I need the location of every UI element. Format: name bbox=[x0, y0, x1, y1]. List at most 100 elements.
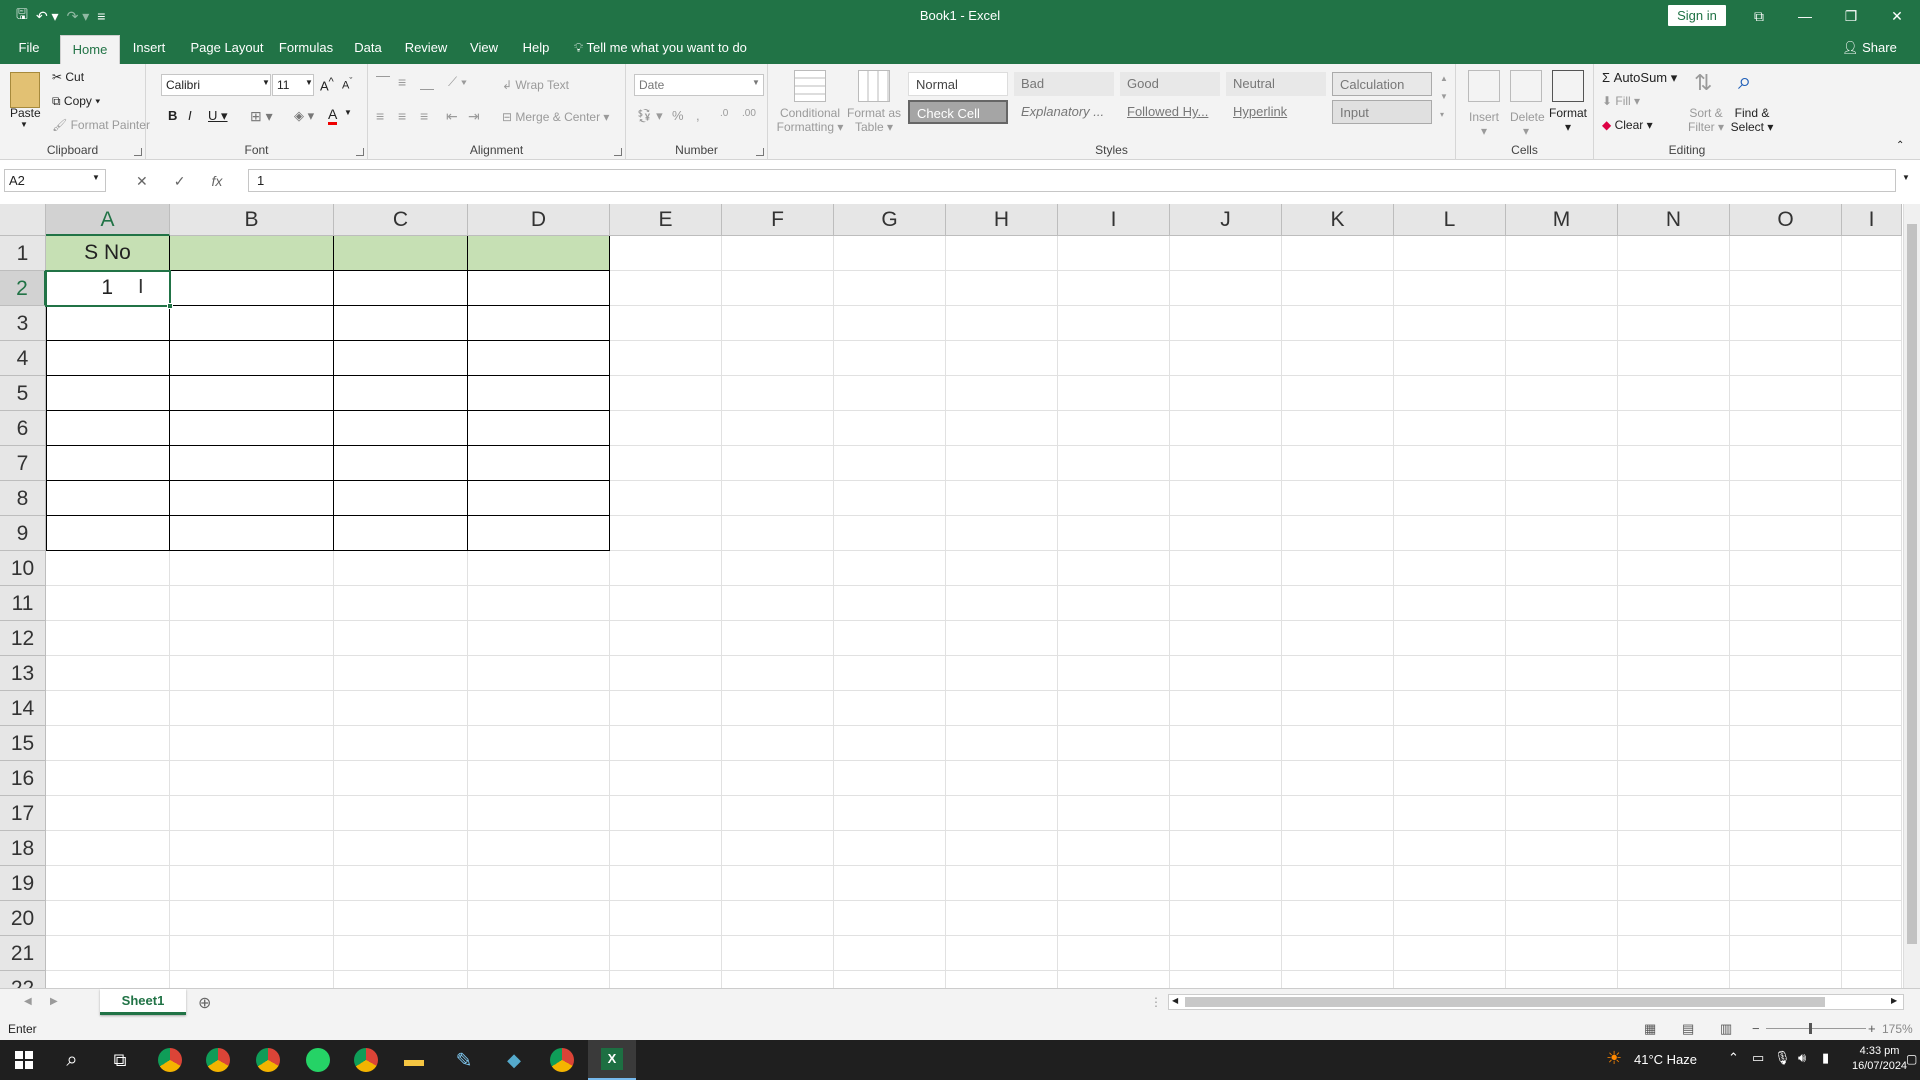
cell-4-12[interactable] bbox=[610, 621, 722, 656]
zoom-in-icon[interactable]: + bbox=[1868, 1021, 1876, 1036]
cell-3-7[interactable] bbox=[468, 446, 610, 481]
insert-cells-button[interactable]: Insert ▾ bbox=[1468, 110, 1500, 138]
align-right-icon[interactable]: ≡ bbox=[420, 108, 428, 124]
cell-14-15[interactable] bbox=[1730, 726, 1842, 761]
cell-7-21[interactable] bbox=[946, 936, 1058, 971]
cell-12-11[interactable] bbox=[1506, 586, 1618, 621]
cell-10-12[interactable] bbox=[1282, 621, 1394, 656]
align-left-icon[interactable]: ≡ bbox=[376, 108, 384, 124]
cell-2-18[interactable] bbox=[334, 831, 468, 866]
cell-9-12[interactable] bbox=[1170, 621, 1282, 656]
cell-8-3[interactable] bbox=[1058, 306, 1170, 341]
cell-6-8[interactable] bbox=[834, 481, 946, 516]
cell-8-11[interactable] bbox=[1058, 586, 1170, 621]
cancel-icon[interactable]: ✕ bbox=[136, 173, 148, 190]
cell-3-16[interactable] bbox=[468, 761, 610, 796]
cell-5-13[interactable] bbox=[722, 656, 834, 691]
network-icon[interactable]: ▭ bbox=[1752, 1050, 1764, 1066]
cell-0-4[interactable] bbox=[46, 341, 170, 376]
cell-11-10[interactable] bbox=[1394, 551, 1506, 586]
cell-13-10[interactable] bbox=[1618, 551, 1730, 586]
clear-button[interactable]: ◆ Clear ▾ bbox=[1602, 118, 1653, 132]
column-header-15[interactable]: I bbox=[1842, 204, 1902, 236]
cell-2-4[interactable] bbox=[334, 341, 468, 376]
conditional-formatting-button[interactable]: Conditional Formatting ▾ bbox=[776, 106, 844, 134]
cell-11-5[interactable] bbox=[1394, 376, 1506, 411]
conditional-formatting-icon[interactable] bbox=[794, 70, 826, 102]
cell-4-11[interactable] bbox=[610, 586, 722, 621]
column-header-13[interactable]: N bbox=[1618, 204, 1730, 236]
cell-8-1[interactable] bbox=[1058, 236, 1170, 271]
tab-split-icon[interactable]: ⋮ bbox=[1150, 995, 1162, 1009]
cell-13-4[interactable] bbox=[1618, 341, 1730, 376]
cell-14-9[interactable] bbox=[1730, 516, 1842, 551]
cell-1-18[interactable] bbox=[170, 831, 334, 866]
cell-4-21[interactable] bbox=[610, 936, 722, 971]
cell-0-7[interactable] bbox=[46, 446, 170, 481]
formula-input[interactable]: 1 bbox=[248, 169, 1896, 192]
cell-2-11[interactable] bbox=[334, 586, 468, 621]
autosum-button[interactable]: Σ AutoSum ▾ bbox=[1602, 70, 1677, 86]
paste-icon[interactable] bbox=[10, 72, 40, 108]
tell-me-search[interactable]: 💡︎ Tell me what you want to do bbox=[574, 32, 747, 64]
cell-11-3[interactable] bbox=[1394, 306, 1506, 341]
enter-icon[interactable]: ✓ bbox=[174, 173, 186, 190]
style-good[interactable]: Good bbox=[1120, 72, 1220, 96]
style-input[interactable]: Input bbox=[1332, 100, 1432, 124]
cell-10-15[interactable] bbox=[1282, 726, 1394, 761]
cell-4-14[interactable] bbox=[610, 691, 722, 726]
cell-15-19[interactable] bbox=[1842, 866, 1902, 901]
row-header-15[interactable]: 15 bbox=[0, 726, 46, 761]
cell-5-18[interactable] bbox=[722, 831, 834, 866]
cell-0-9[interactable] bbox=[46, 516, 170, 551]
cell-6-21[interactable] bbox=[834, 936, 946, 971]
cell-12-16[interactable] bbox=[1506, 761, 1618, 796]
cell-12-17[interactable] bbox=[1506, 796, 1618, 831]
cell-10-10[interactable] bbox=[1282, 551, 1394, 586]
cell-0-12[interactable] bbox=[46, 621, 170, 656]
cell-0-6[interactable] bbox=[46, 411, 170, 446]
cell-10-11[interactable] bbox=[1282, 586, 1394, 621]
cell-14-3[interactable] bbox=[1730, 306, 1842, 341]
cell-12-3[interactable] bbox=[1506, 306, 1618, 341]
cell-9-10[interactable] bbox=[1170, 551, 1282, 586]
cell-1-9[interactable] bbox=[170, 516, 334, 551]
cell-0-1[interactable]: S No bbox=[46, 236, 170, 271]
cell-10-7[interactable] bbox=[1282, 446, 1394, 481]
cell-4-16[interactable] bbox=[610, 761, 722, 796]
cell-12-19[interactable] bbox=[1506, 866, 1618, 901]
cell-8-18[interactable] bbox=[1058, 831, 1170, 866]
style-hyperlink[interactable]: Hyperlink bbox=[1226, 100, 1326, 124]
cell-15-6[interactable] bbox=[1842, 411, 1902, 446]
cell-14-21[interactable] bbox=[1730, 936, 1842, 971]
cell-14-22[interactable] bbox=[1730, 971, 1842, 988]
cell-5-11[interactable] bbox=[722, 586, 834, 621]
cell-2-5[interactable] bbox=[334, 376, 468, 411]
cell-5-12[interactable] bbox=[722, 621, 834, 656]
middle-align-icon[interactable]: ≡ bbox=[398, 74, 406, 90]
row-header-11[interactable]: 11 bbox=[0, 586, 46, 621]
page-break-view-icon[interactable]: ▥ bbox=[1720, 1021, 1732, 1037]
cell-4-5[interactable] bbox=[610, 376, 722, 411]
cell-10-13[interactable] bbox=[1282, 656, 1394, 691]
cell-12-14[interactable] bbox=[1506, 691, 1618, 726]
increase-font-icon[interactable]: A^ bbox=[320, 76, 334, 93]
battery-icon[interactable]: ▮ bbox=[1822, 1050, 1829, 1066]
cell-3-19[interactable] bbox=[468, 866, 610, 901]
font-launcher-icon[interactable] bbox=[356, 148, 364, 156]
volume-icon[interactable]: 🔊︎ bbox=[1798, 1050, 1806, 1066]
chrome-profile-icon[interactable] bbox=[194, 1040, 242, 1080]
cell-6-4[interactable] bbox=[834, 341, 946, 376]
cell-10-9[interactable] bbox=[1282, 516, 1394, 551]
cell-8-12[interactable] bbox=[1058, 621, 1170, 656]
cell-13-8[interactable] bbox=[1618, 481, 1730, 516]
column-header-8[interactable]: I bbox=[1058, 204, 1170, 236]
percent-icon[interactable]: % bbox=[672, 108, 684, 123]
tab-view[interactable]: View bbox=[464, 32, 504, 64]
weather-icon[interactable]: ☀ bbox=[1606, 1048, 1622, 1069]
show-hidden-icons[interactable]: ⌃ bbox=[1728, 1050, 1739, 1066]
cell-14-13[interactable] bbox=[1730, 656, 1842, 691]
cell-14-20[interactable] bbox=[1730, 901, 1842, 936]
cell-6-13[interactable] bbox=[834, 656, 946, 691]
cell-4-2[interactable] bbox=[610, 271, 722, 306]
